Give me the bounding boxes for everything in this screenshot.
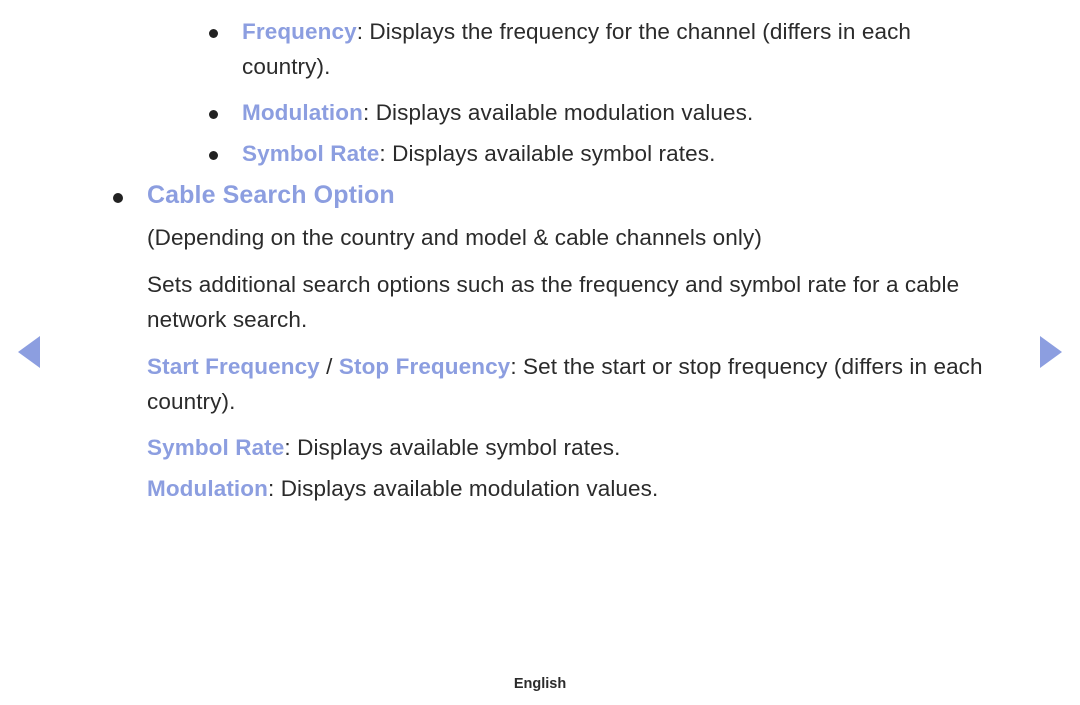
entry-keyword-stop: Stop Frequency (338, 354, 511, 379)
entry-description: Displays available modulation values. (274, 476, 659, 501)
section-entry: Symbol Rate: Displays available symbol r… (0, 430, 1080, 465)
entry-keyword-start: Start Frequency (147, 354, 320, 379)
term-keyword: Symbol Rate (242, 141, 380, 166)
entry-keyword: Modulation (147, 476, 268, 501)
list-item: Symbol Rate: Displays available symbol r… (0, 136, 1080, 171)
page-content: Frequency: Displays the frequency for th… (0, 0, 1080, 506)
entry-separator: / (319, 354, 339, 379)
list-item: Frequency: Displays the frequency for th… (0, 14, 1080, 84)
footer-language-label: English (513, 676, 567, 692)
section-entry: Start Frequency / Stop Frequency: Set th… (0, 349, 1080, 419)
term-description: Displays available modulation values. (369, 100, 754, 125)
entry-description: Displays available symbol rates. (290, 435, 621, 460)
term-keyword: Modulation (242, 100, 363, 125)
term-keyword: Frequency (242, 19, 357, 44)
section-entry: Modulation: Displays available modulatio… (0, 471, 1080, 506)
section-heading: Cable Search Option (147, 181, 395, 209)
list-item: Modulation: Displays available modulatio… (0, 95, 1080, 130)
section-description: Sets additional search options such as t… (147, 272, 960, 332)
entry-keyword: Symbol Rate (147, 435, 285, 460)
section-heading-item: Cable Search Option (0, 177, 1080, 214)
term-description: Displays available symbol rates. (385, 141, 716, 166)
section-note: (Depending on the country and model & ca… (147, 225, 762, 250)
